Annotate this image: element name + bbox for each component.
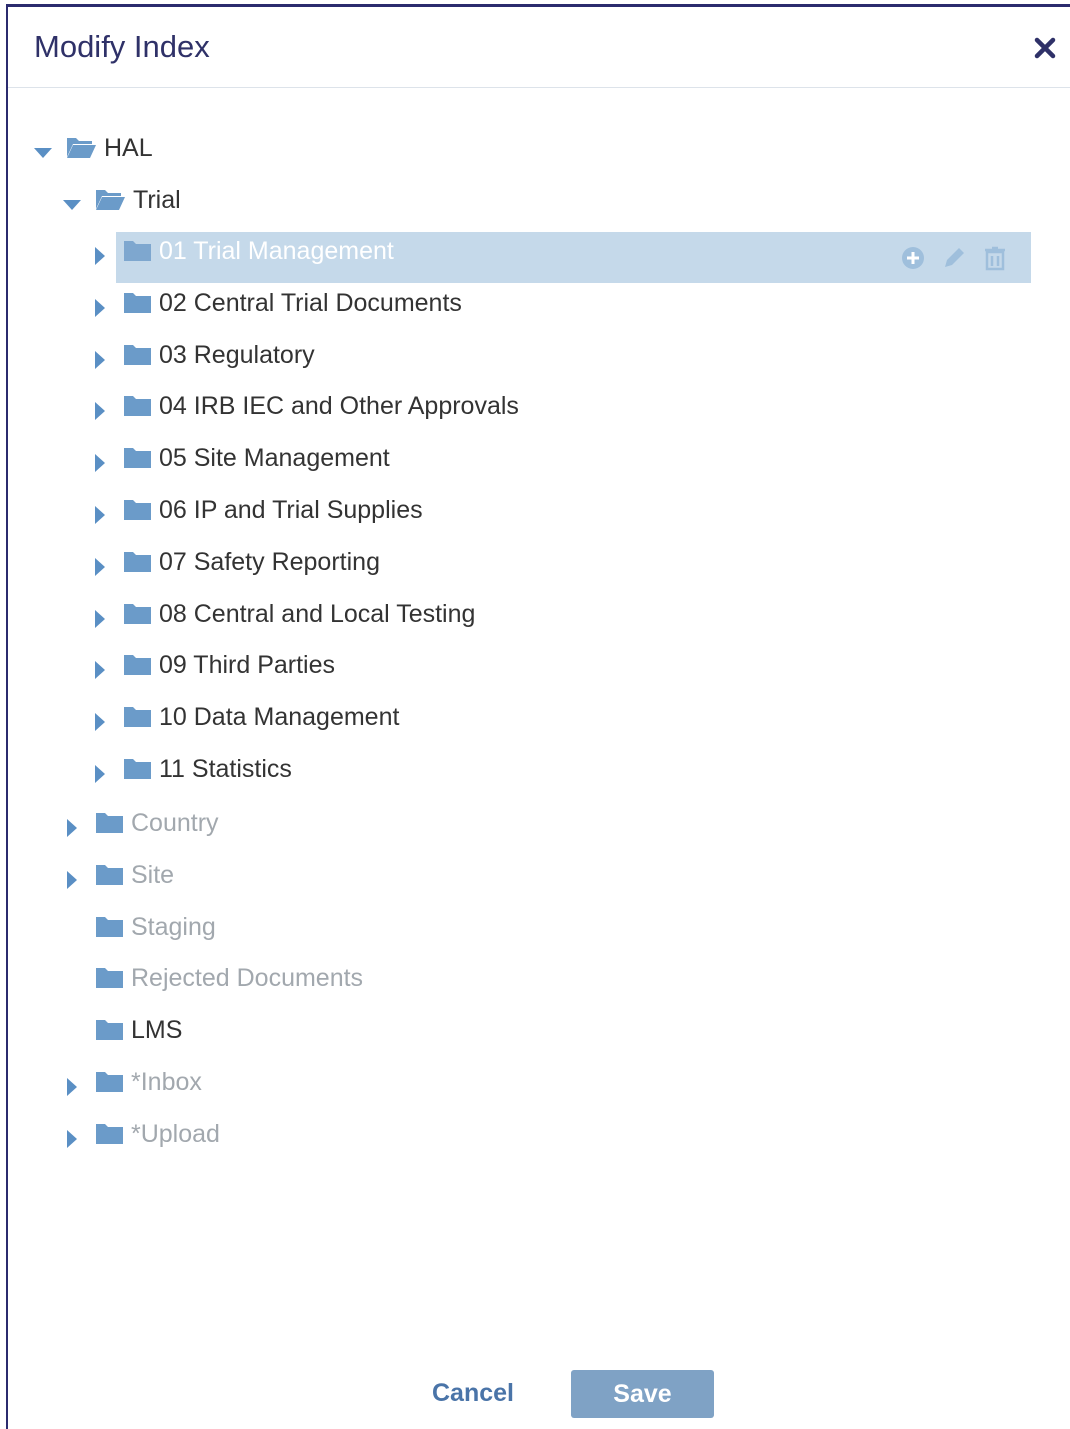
modify-index-dialog: Modify Index HAL Trial 01 Trial Management… [6, 4, 1070, 1429]
caret-right-icon[interactable] [61, 817, 83, 839]
folder-icon [124, 707, 151, 728]
tree-node-label[interactable]: HAL [104, 134, 153, 163]
folder-icon [124, 344, 151, 365]
dialog-title: Modify Index [34, 29, 210, 64]
cancel-button[interactable]: Cancel [432, 1379, 514, 1408]
caret-right-icon[interactable] [89, 608, 111, 630]
tree-node-label[interactable]: 04 IRB IEC and Other Approvals [159, 392, 519, 421]
tree-node-label[interactable]: 08 Central and Local Testing [159, 600, 475, 629]
caret-right-icon[interactable] [89, 349, 111, 371]
caret-right-icon[interactable] [89, 400, 111, 422]
folder-icon [124, 655, 151, 676]
dialog-header: Modify Index [8, 7, 1070, 88]
folder-open-icon [96, 190, 125, 210]
add-circle-icon[interactable] [900, 245, 926, 271]
folder-icon [124, 603, 151, 624]
tree-node-label[interactable]: 06 IP and Trial Supplies [159, 496, 423, 525]
tree-node-label[interactable]: Site [131, 861, 174, 890]
caret-down-icon[interactable] [61, 194, 83, 216]
tree-node-label[interactable]: 03 Regulatory [159, 341, 315, 370]
save-button[interactable]: Save [571, 1370, 714, 1418]
caret-right-icon[interactable] [61, 1128, 83, 1150]
caret-right-icon[interactable] [89, 763, 111, 785]
tree-node-label[interactable]: 07 Safety Reporting [159, 548, 380, 577]
caret-right-icon[interactable] [61, 869, 83, 891]
caret-right-icon[interactable] [89, 711, 111, 733]
tree-node-label[interactable]: 10 Data Management [159, 703, 399, 732]
caret-right-icon[interactable] [89, 504, 111, 526]
tree-node-label[interactable]: Staging [131, 913, 216, 942]
tree-node-label[interactable]: 02 Central Trial Documents [159, 289, 462, 318]
folder-open-icon [67, 138, 96, 158]
folder-icon [124, 448, 151, 469]
tree-node-label[interactable]: LMS [131, 1016, 182, 1045]
folder-icon [96, 1072, 123, 1092]
tree-node-label[interactable]: 05 Site Management [159, 444, 390, 473]
close-icon[interactable] [1032, 35, 1058, 61]
trash-icon[interactable] [982, 245, 1008, 271]
caret-right-icon[interactable] [89, 659, 111, 681]
folder-icon [96, 916, 123, 937]
folder-icon [96, 864, 123, 885]
folder-icon [96, 1020, 123, 1041]
caret-right-icon[interactable] [89, 297, 111, 319]
caret-right-icon[interactable] [89, 452, 111, 474]
folder-icon [124, 292, 151, 313]
caret-right-icon[interactable] [89, 245, 111, 267]
caret-right-icon[interactable] [61, 1076, 83, 1098]
tree-node-label[interactable]: Country [131, 809, 219, 838]
pencil-icon[interactable] [941, 245, 967, 271]
folder-icon [124, 241, 151, 261]
tree-node-label[interactable]: 09 Third Parties [159, 651, 335, 680]
tree-node-label[interactable]: Trial [133, 186, 181, 215]
caret-down-icon[interactable] [32, 142, 54, 164]
folder-icon [124, 551, 151, 572]
folder-icon [124, 396, 151, 417]
caret-right-icon[interactable] [89, 556, 111, 578]
folder-icon [124, 500, 151, 520]
folder-icon [124, 759, 151, 779]
tree-node-label[interactable]: 11 Statistics [159, 755, 292, 784]
folder-icon [96, 813, 123, 833]
tree-node-label[interactable]: *Inbox [131, 1068, 202, 1097]
tree-node-label[interactable]: 01 Trial Management [159, 237, 394, 266]
tree-node-label[interactable]: Rejected Documents [131, 964, 363, 993]
folder-icon [96, 1123, 123, 1144]
folder-icon [96, 968, 123, 989]
tree-node-label[interactable]: *Upload [131, 1120, 220, 1149]
